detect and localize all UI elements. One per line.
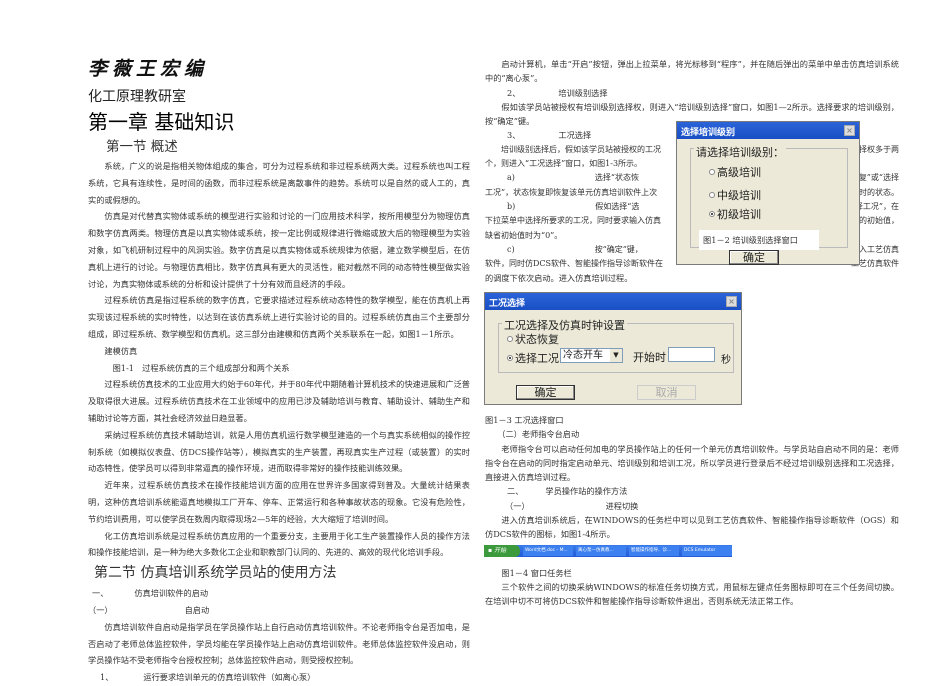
radio-select-mode[interactable]: 选择工况 (507, 350, 559, 366)
paragraph: 过程系统仿真技术的工业应用大约始于60年代，并于80年代中期随着计算机技术的快速… (88, 379, 470, 423)
paragraph: 老师指令台可以启动任何加电的学员操作站上的任何一个单元仿真培训软件。与学员站自启… (485, 443, 899, 483)
heading-text: 自启动 (184, 604, 210, 615)
radio-icon (709, 169, 715, 175)
start-time-input[interactable] (668, 347, 715, 362)
heading: 2、 培训级别选择 (485, 86, 899, 100)
chevron-down-icon[interactable]: ▼ (610, 349, 622, 362)
text-line: 工况”，状态恢复即恢复该单元仿真培训软件上次 (485, 187, 658, 197)
text-line: 复”或“选择 (858, 173, 899, 183)
text-line: 软件，同时仿DCS软件、智能操作指导诊断软件在 (485, 259, 664, 269)
group-label: 请选择培训级别： (694, 144, 786, 160)
paragraph: 近年来，过程系统仿真技术在操作技能培训方面的应用在世界许多国家得到普及。大量统计… (88, 480, 470, 524)
paragraph: 的调度下依次启动。进入仿真培训过程。 (485, 273, 633, 284)
ok-button[interactable]: 确定 (729, 250, 779, 265)
taskbar-item-pump[interactable]: 离心泵—仿真教... (576, 546, 626, 556)
heading: 一、 仿真培训软件的启动 (88, 585, 470, 602)
text-line: 择工况”，在 (854, 201, 899, 211)
figure-caption: 图1－3 工况选择窗口 (485, 415, 564, 425)
heading-text: 进程切换 (605, 500, 639, 511)
radio-label: 中级培训 (717, 189, 761, 202)
radio-label: 初级培训 (717, 208, 761, 221)
close-icon[interactable]: × (844, 125, 855, 136)
title-bar: 工况选择 × (485, 293, 741, 310)
department: 化工原理教研室 (88, 89, 186, 105)
heading-number: （一） (505, 500, 530, 511)
heading-number: 一、 (92, 588, 109, 599)
heading-text: 培训级别选择 (558, 87, 608, 98)
windows-logo-icon: ▪ (488, 547, 493, 554)
taskbar-item-word[interactable]: Word文档.doc - M... (523, 546, 573, 556)
right-column-bottom: 图1－3 工况选择窗口 （二）老师指令台启动 老师指令台可以启动任何加电的学员操… (485, 413, 899, 609)
radio-label: 高级培训 (717, 166, 761, 179)
start-button[interactable]: ▪ 开始 (484, 545, 520, 557)
close-icon[interactable]: × (726, 296, 737, 307)
mode-select[interactable]: 冷态开车 ▼ (560, 348, 623, 363)
heading-number: 3、 (507, 130, 521, 141)
dialog-title: 选择培训级别 (681, 128, 736, 138)
paragraph: 进入仿真培训系统后，在WINDOWS的任务栏中可以见到工艺仿真软件、智能操作指导… (485, 515, 899, 540)
text-line: a) 选择“状态恢 (507, 173, 639, 183)
text-line: c) 按“确定”键， (507, 244, 643, 254)
paragraph: 仿真培训软件自启动是指学员在学员操作站上自行启动仿真培训软件。不论老师指令台是否… (88, 621, 470, 666)
select-value: 冷态开车 (563, 350, 603, 361)
chapter-title: 第一章 基础知识 (88, 110, 235, 134)
paragraph: 系统，广义的说是指相关物体组成的集合，可分为过程系统和非过程系统两大类。过程系统… (88, 161, 470, 205)
taskbar-item-dcs[interactable]: DCS Emulator (682, 546, 732, 556)
seconds-unit: 秒 (721, 355, 731, 366)
start-time-label: 开始时 (633, 351, 666, 364)
taskbar-item-ogs[interactable]: 智能操作指导、诊... (629, 546, 679, 556)
start-label: 开始 (494, 547, 507, 554)
training-level-dialog: 选择培训级别 × 请选择培训级别： 高级培训 中级培训 初级培训 图1－2 培训级… (676, 121, 860, 265)
radio-intermediate[interactable]: 中级培训 (709, 187, 761, 203)
section-title: 第一节 概述 (106, 139, 178, 155)
paragraph: 仿真是对代替真实物体或系统的模型进行实验和讨论的一门应用技术科学，按所用模型分为… (88, 211, 470, 289)
heading: （二）老师指令台启动 (497, 429, 580, 440)
figure-caption: 图1-1 过程系统仿真的三个组成部分和两个关系 (112, 362, 290, 373)
radio-beginner[interactable]: 初级培训 (709, 206, 761, 222)
radio-icon (709, 192, 715, 198)
text-line: 培训级别选择后，假如该学员站被授权的工况 (501, 144, 661, 154)
paragraph: 三个软件之间的切换采纳WINDOWS的标准任务切换方式，用鼠标左键点任务图标即可… (485, 581, 899, 607)
text-line: b) 假如选择“选 (507, 201, 640, 211)
ok-button[interactable]: 确定 (516, 385, 575, 400)
paragraph: 采纳过程系统仿真技术辅助培训，就是人用仿真机运行数学模型建造的一个与真实系统相似… (88, 429, 470, 474)
heading-number: 1、 (100, 672, 114, 683)
dialog-title: 工况选择 (489, 299, 526, 309)
heading: （一） 进程切换 (485, 499, 899, 513)
heading-number: （一） (88, 604, 113, 615)
radio-advanced[interactable]: 高级培训 (709, 164, 761, 180)
left-column: 李薇王宏编 化工原理教研室 第一章 基础知识 第一节 概述 系统，广义的说是指相… (88, 56, 470, 686)
text-line: 个，则进入“工况选择”窗口，如图1-3所示。 (485, 159, 643, 169)
author-heading: 李薇王宏编 (88, 58, 209, 80)
heading: （一） 自启动 (88, 602, 470, 619)
paragraph: 化工仿真培训系统是过程系统仿真应用的一个重要分支，主要用于化工生产装置操作人员的… (88, 530, 470, 558)
heading-text: 运行要求培训单元的仿真培训软件（如离心泵） (143, 672, 316, 683)
radio-restore-state[interactable]: 状态恢复 (507, 331, 559, 347)
cancel-button[interactable]: 取消 (637, 385, 696, 400)
paragraph: 启动计算机，单击“开启”按钮，弹出上拉菜单，将光标移到“程序”，并在随后弹出的菜… (485, 59, 899, 84)
heading-text: 工况选择 (558, 130, 592, 141)
figure-caption: 图1－2 培训级别选择窗口 (699, 230, 819, 250)
figure-caption: 图1－4 窗口任务栏 (501, 567, 572, 578)
radio-selected-icon (507, 355, 513, 361)
heading: 二、 学员操作站的操作方法 (485, 484, 899, 498)
radio-label: 状态恢复 (515, 333, 559, 346)
taskbar: ▪ 开始 Word文档.doc - M... 离心泵—仿真教... 智能操作指导… (484, 545, 732, 557)
heading-text: 仿真培训软件的启动 (134, 588, 209, 599)
mode-selection-dialog: 工况选择 × 工况选择及仿真时钟设置 状态恢复 选择工况 冷态开车 ▼ 开始时 秒 … (484, 292, 742, 405)
text-line: 下拉菜单中选择所要求的工况，同时要求输入仿真 (485, 216, 661, 226)
paragraph: 过程系统仿真是指过程系统的数字仿真，它要求描述过程系统动态特性的数学模型，能在仿… (88, 295, 470, 339)
section-title: 第二节 仿真培训系统学员站的使用方法 (94, 565, 337, 582)
heading-number: 二、 (507, 486, 524, 497)
radio-icon (507, 336, 513, 342)
text-line: 缺省初始值时为“0”。 (485, 230, 563, 240)
title-bar: 选择培训级别 × (677, 122, 859, 139)
figure-label: 建模仿真 (104, 345, 138, 356)
heading-number: 2、 (507, 87, 521, 98)
radio-selected-icon (709, 211, 715, 217)
radio-label: 选择工况 (515, 352, 559, 365)
heading-text: 学员操作站的操作方法 (545, 486, 628, 497)
